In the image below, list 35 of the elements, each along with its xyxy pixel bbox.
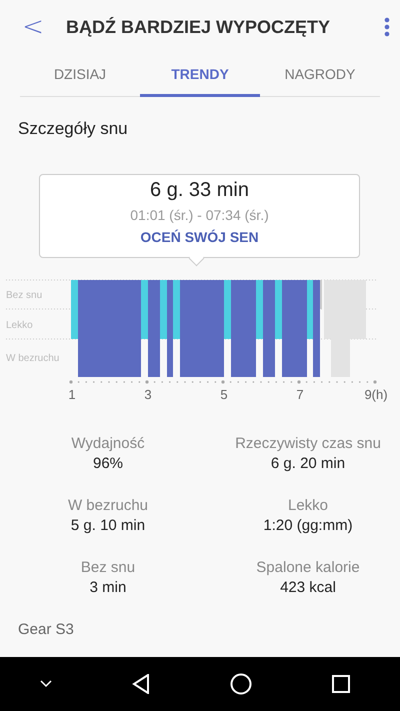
back-icon[interactable] (132, 674, 150, 694)
stat-label: Wydajność (71, 435, 145, 452)
sleep-stage-label: W bezruchu (6, 353, 60, 364)
sleep-stage-label: Lekko (6, 320, 33, 331)
stat-label: Rzeczywisty czas snu (235, 435, 381, 452)
section-title: Szczegóły snu (18, 119, 129, 139)
tab[interactable]: NAGRODY (260, 54, 380, 97)
chevron-down-icon[interactable] (40, 680, 52, 688)
stat-value: 5 g. 10 min (70, 517, 146, 534)
stat-value: 1:20 (gg:mm) (263, 517, 353, 534)
stat-label: Bez snu (80, 559, 136, 576)
stat-value: 96% (92, 455, 124, 472)
axis-label: 1 (68, 387, 76, 402)
recent-apps-icon[interactable] (332, 675, 350, 693)
axis-label: 7 (296, 387, 304, 402)
stat-value: 3 min (90, 579, 126, 596)
tab[interactable]: DZISIAJ (20, 54, 140, 97)
home-icon[interactable] (230, 673, 252, 695)
axis-label: 9(h) (364, 387, 388, 402)
device-name: Gear S3 (18, 621, 75, 638)
more-options-icon[interactable] (384, 17, 390, 37)
tab[interactable]: TRENDY (140, 54, 260, 97)
axis-label: 3 (144, 387, 152, 402)
back-button[interactable]: < (18, 12, 48, 42)
stat-value: 423 kcal (280, 579, 336, 596)
sleep-time-range: 01:01 (śr.) - 07:34 (śr.) (130, 207, 269, 223)
stat-label: W bezruchu (68, 497, 148, 514)
rate-sleep-button[interactable]: OCEŃ SWÓJ SEN (134, 228, 265, 246)
stat-label: Spalone kalorie (256, 559, 360, 576)
sleep-duration: 6 g. 33 min (150, 179, 249, 202)
stat-value: 6 g. 20 min (270, 455, 346, 472)
stat-label: Lekko (288, 497, 328, 514)
sleep-stage-label: Bez snu (6, 290, 42, 301)
page-title: BĄDŹ BARDZIEJ WYPOCZĘTY (66, 16, 332, 38)
axis-label: 5 (220, 387, 228, 402)
